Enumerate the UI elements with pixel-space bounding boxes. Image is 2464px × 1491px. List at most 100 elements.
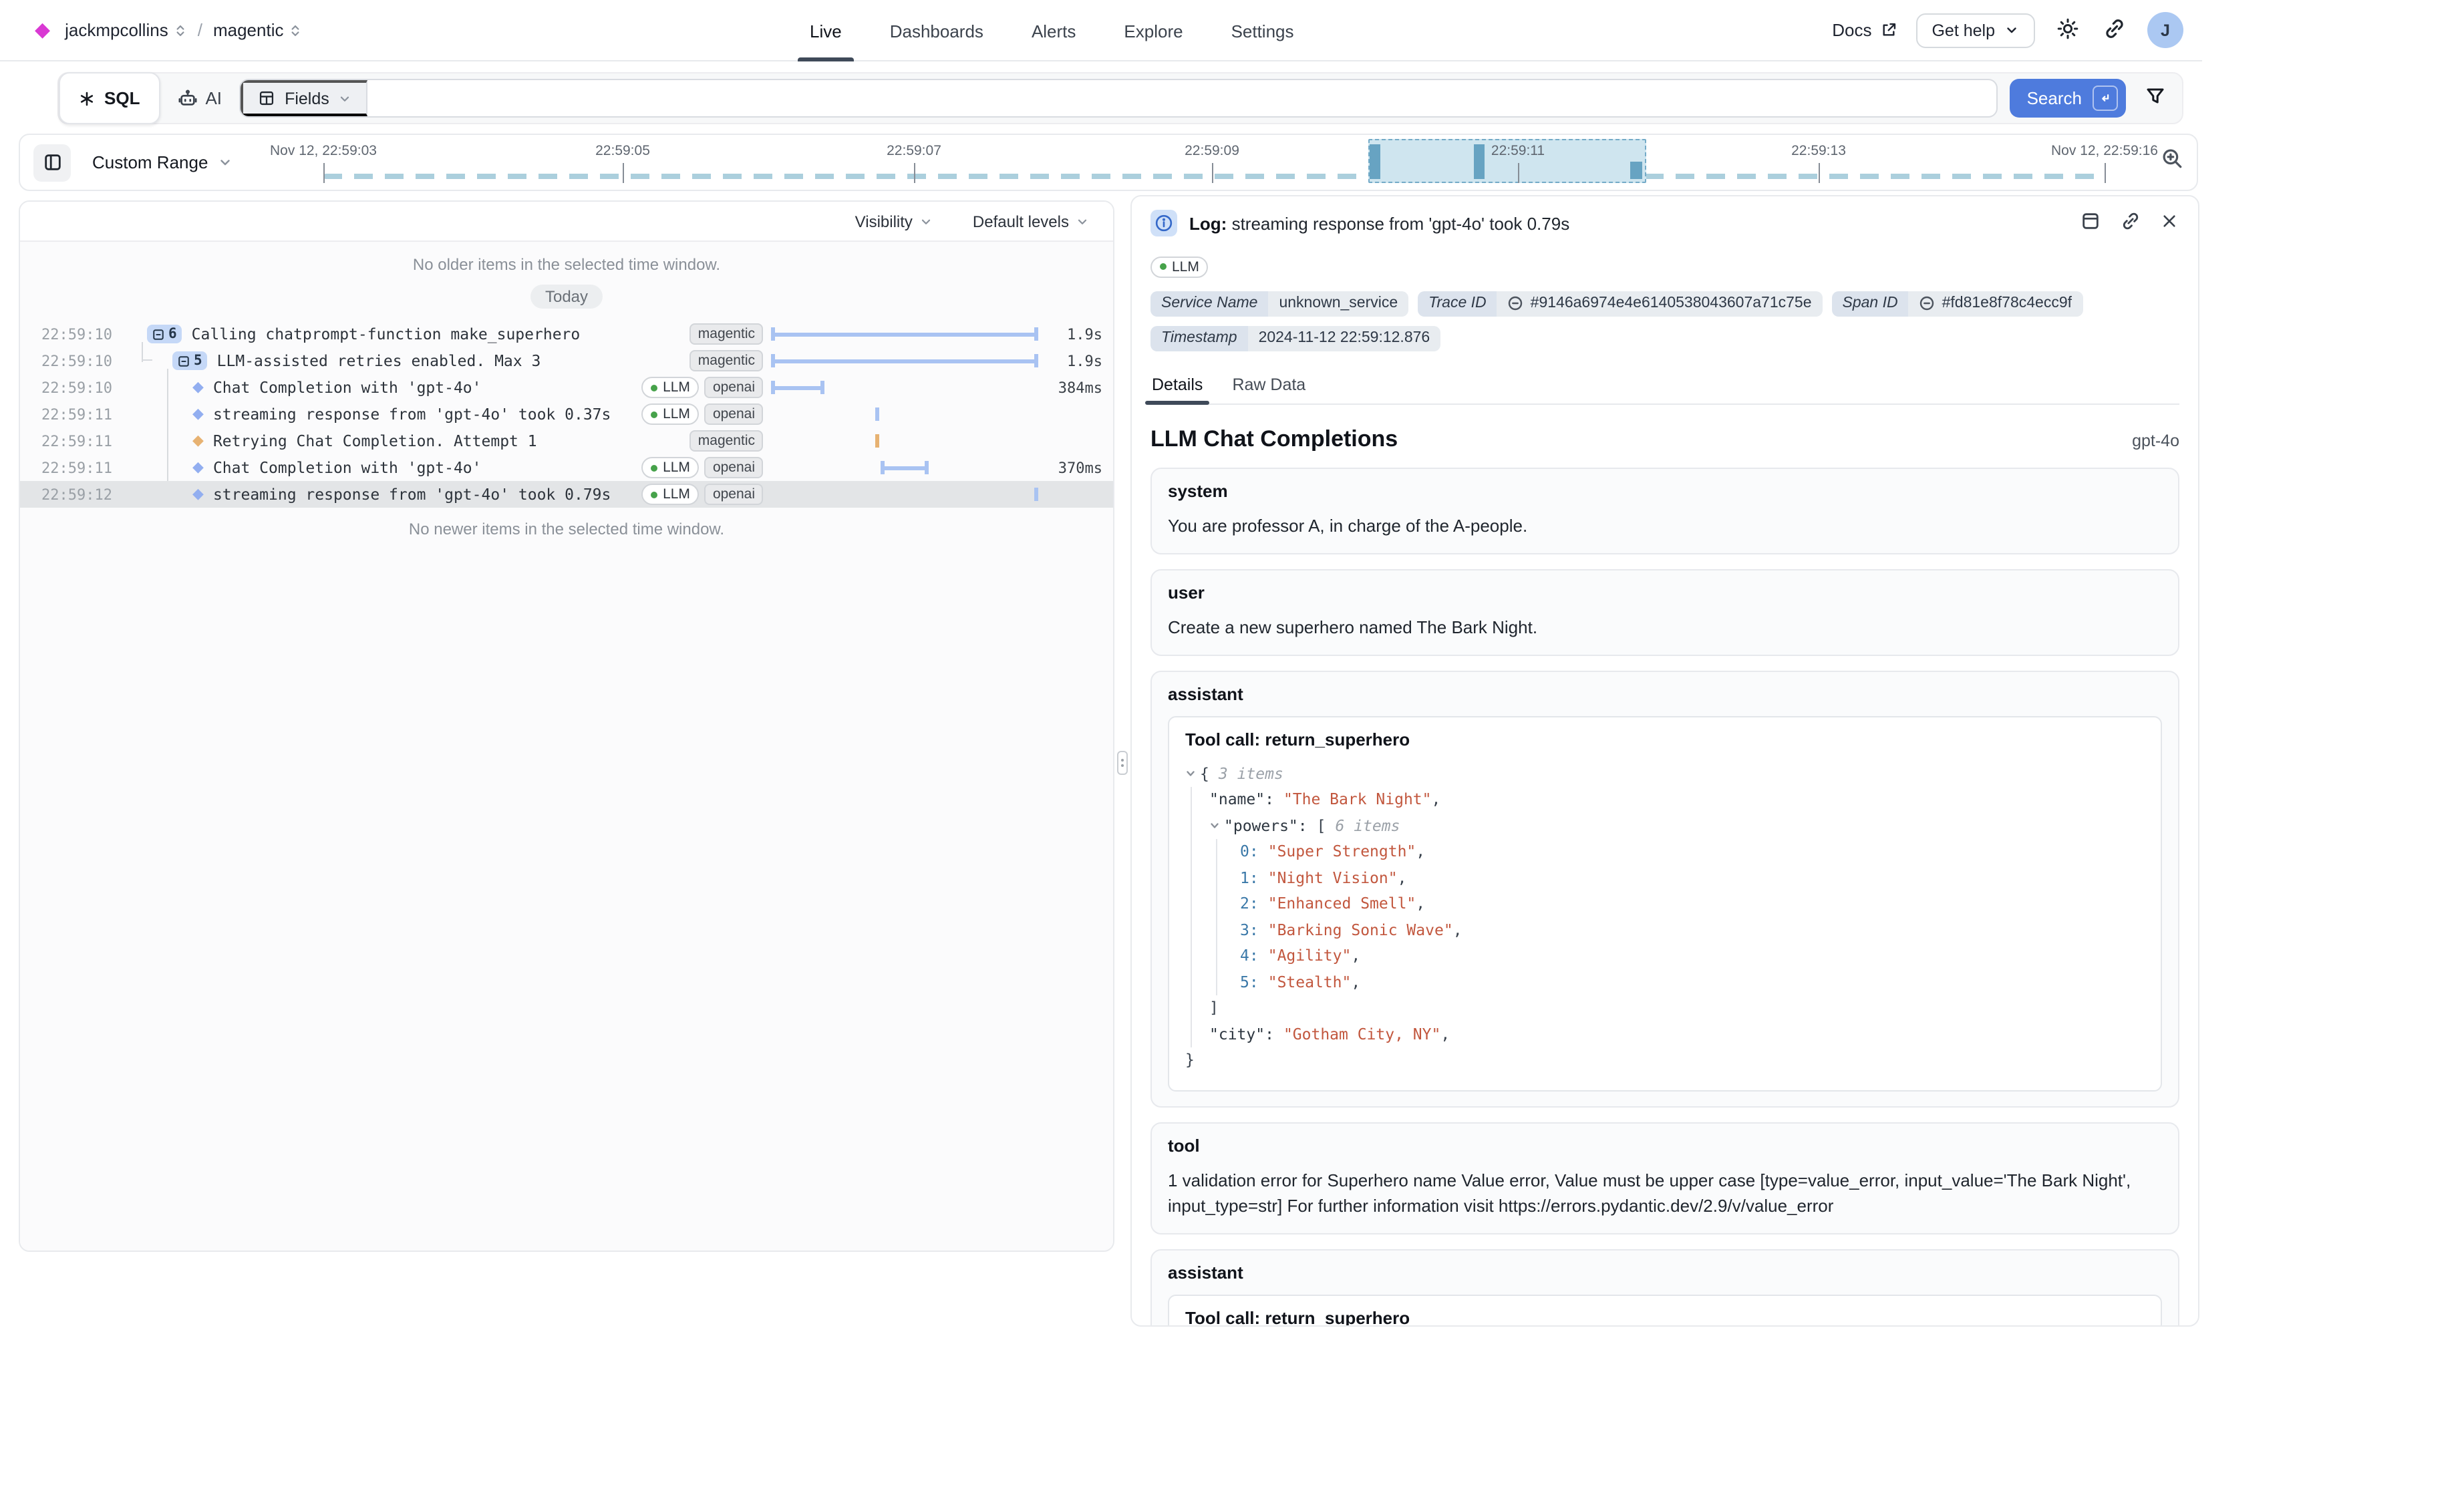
tab-dashboards[interactable]: Dashboards (890, 0, 983, 61)
today-pill[interactable]: Today (530, 285, 603, 309)
close-detail-button[interactable] (2159, 210, 2179, 236)
tab-settings[interactable]: Settings (1231, 0, 1294, 61)
top-nav: ◆ jackmpcollins / magentic Live Dashboar… (0, 0, 2202, 61)
llm-badge: LLM (641, 457, 700, 478)
sql-label: SQL (104, 88, 140, 108)
sun-icon (2056, 17, 2079, 39)
funnel-icon (2145, 86, 2166, 107)
search-query-input[interactable] (368, 80, 1996, 116)
get-help-label: Get help (1932, 21, 1995, 39)
tab-alerts[interactable]: Alerts (1032, 0, 1076, 61)
user-avatar[interactable]: J (2147, 12, 2183, 48)
message-card-tool: tool 1 validation error for Superhero na… (1150, 1122, 2179, 1234)
duration-bar (771, 401, 1038, 428)
info-circle-icon (1150, 210, 1177, 236)
tab-raw-data[interactable]: Raw Data (1231, 369, 1307, 403)
viewport: ◆ jackmpcollins / magentic Live Dashboar… (0, 0, 2464, 1491)
collapse-count-badge[interactable]: 6 (147, 325, 182, 343)
filter-button[interactable] (2142, 83, 2169, 114)
timeline-tick-label: 22:59:11 (1491, 143, 1545, 159)
timeline-track[interactable]: Nov 12, 22:59:03 22:59:05 22:59:07 22:59… (305, 135, 2143, 190)
chevron-down-icon (339, 92, 352, 105)
tool-call-json: { 3 items "name":"The Bark Night", "powe… (1185, 761, 2145, 1073)
timeline-panel: Custom Range Nov 12, 22:59:03 22:59:05 2… (19, 134, 2198, 191)
zoom-to-selection-button[interactable] (2158, 144, 2186, 176)
org-selector[interactable]: jackmpcollins (62, 17, 190, 43)
nav-right: Docs Get help J (1832, 12, 2183, 48)
log-row[interactable]: 22:59:10 ◆ Chat Completion with 'gpt-4o'… (20, 374, 1113, 401)
search-bar: SQL AI Fields Search (57, 72, 2183, 124)
section-header: LLM Chat Completions gpt-4o (1150, 426, 2179, 452)
model-name: gpt-4o (2132, 431, 2179, 450)
scope-badge: magentic (690, 350, 763, 371)
scope-badge: openai (705, 403, 763, 425)
default-levels-dropdown[interactable]: Default levels (965, 210, 1097, 232)
search-button[interactable]: Search (2010, 79, 2126, 118)
search-label: Search (2027, 88, 2082, 108)
timeline-tick-label: 22:59:09 (1185, 143, 1239, 159)
scope-badge: openai (705, 377, 763, 398)
blue-diamond-icon: ◆ (192, 460, 204, 475)
message-card-assistant: assistant Tool call: return_superhero { … (1150, 670, 2179, 1107)
get-help-button[interactable]: Get help (1915, 13, 2035, 47)
duration-bar (771, 321, 1038, 347)
no-newer-items-notice: No newer items in the selected time wind… (20, 520, 1113, 538)
dock-panel-button[interactable] (2079, 210, 2102, 236)
minus-square-icon (152, 328, 164, 340)
visibility-dropdown[interactable]: Visibility (847, 210, 941, 232)
scope-badge: openai (705, 457, 763, 478)
span-id-pill[interactable]: Span ID #fd81e8f78c4ecc9f (1832, 291, 2083, 316)
fields-button[interactable]: Fields (241, 80, 368, 116)
message-card-system: system You are professor A, in charge of… (1150, 467, 2179, 554)
log-list-body: No older items in the selected time wind… (20, 242, 1113, 1251)
log-row[interactable]: 22:59:10 6 Calling chatprompt-function m… (20, 321, 1113, 347)
trace-id-pill[interactable]: Trace ID #9146a6974e4e6140538043607a71c7… (1418, 291, 1822, 316)
up-down-chevrons-icon (174, 22, 187, 38)
tab-explore[interactable]: Explore (1124, 0, 1183, 61)
copy-link-button[interactable] (2119, 210, 2142, 236)
timeline-tick-label: Nov 12, 22:59:16 (2051, 143, 2158, 159)
log-rows: 22:59:10 6 Calling chatprompt-function m… (20, 321, 1113, 508)
detail-actions (2079, 210, 2179, 236)
timeline-tick-label: 22:59:13 (1791, 143, 1846, 159)
splitter-grip[interactable] (1117, 751, 1128, 775)
collapse-timeline-button[interactable] (33, 144, 71, 181)
message-card-assistant: assistant Tool call: return_superhero { … (1150, 1249, 2179, 1327)
timestamp-pill: Timestamp 2024-11-12 22:59:12.876 (1150, 325, 1440, 351)
custom-range-button[interactable]: Custom Range (84, 151, 240, 174)
log-list-panel: Visibility Default levels No older items… (19, 200, 1114, 1252)
panel-splitter[interactable] (1114, 200, 1130, 1327)
theme-toggle-button[interactable] (2054, 14, 2082, 46)
breadcrumb-separator: / (198, 20, 202, 40)
ai-mode-button[interactable]: AI (172, 83, 227, 114)
up-down-chevrons-icon (289, 22, 302, 38)
histogram-bar (1474, 144, 1485, 179)
log-row[interactable]: 22:59:10 5 LLM-assisted retries enabled.… (20, 347, 1113, 374)
log-row[interactable]: 22:59:11 ◆ streaming response from 'gpt-… (20, 401, 1113, 428)
link-icon (2121, 211, 2141, 231)
duration-bar (771, 428, 1038, 454)
docs-link[interactable]: Docs (1832, 20, 1897, 40)
share-link-button[interactable] (2101, 14, 2129, 46)
link-icon (1919, 295, 1936, 311)
blue-diamond-icon: ◆ (192, 487, 204, 502)
custom-range-label: Custom Range (92, 152, 208, 172)
llm-badge: LLM (641, 377, 700, 398)
log-row[interactable]: 22:59:11 ◆ Retrying Chat Completion. Att… (20, 428, 1113, 454)
log-row[interactable]: 22:59:11 ◆ Chat Completion with 'gpt-4o'… (20, 454, 1113, 481)
json-collapse-icon[interactable] (1209, 821, 1220, 832)
tab-live[interactable]: Live (810, 0, 842, 61)
section-title: LLM Chat Completions (1150, 426, 1398, 452)
detail-title: Log: streaming response from 'gpt-4o' to… (1189, 213, 1569, 233)
llm-badge: LLM (1150, 256, 1209, 277)
green-dot-icon (1160, 263, 1167, 270)
sql-mode-button[interactable]: SQL (59, 72, 160, 124)
project-selector[interactable]: magentic (210, 17, 305, 43)
collapse-count-badge[interactable]: 5 (172, 351, 208, 370)
minus-square-icon (178, 355, 190, 367)
log-row-selected[interactable]: 22:59:12 ◆ streaming response from 'gpt-… (20, 481, 1113, 508)
json-collapse-icon[interactable] (1185, 769, 1196, 780)
return-key-icon (2093, 86, 2118, 111)
tab-details[interactable]: Details (1150, 369, 1204, 403)
close-icon (2161, 212, 2178, 230)
